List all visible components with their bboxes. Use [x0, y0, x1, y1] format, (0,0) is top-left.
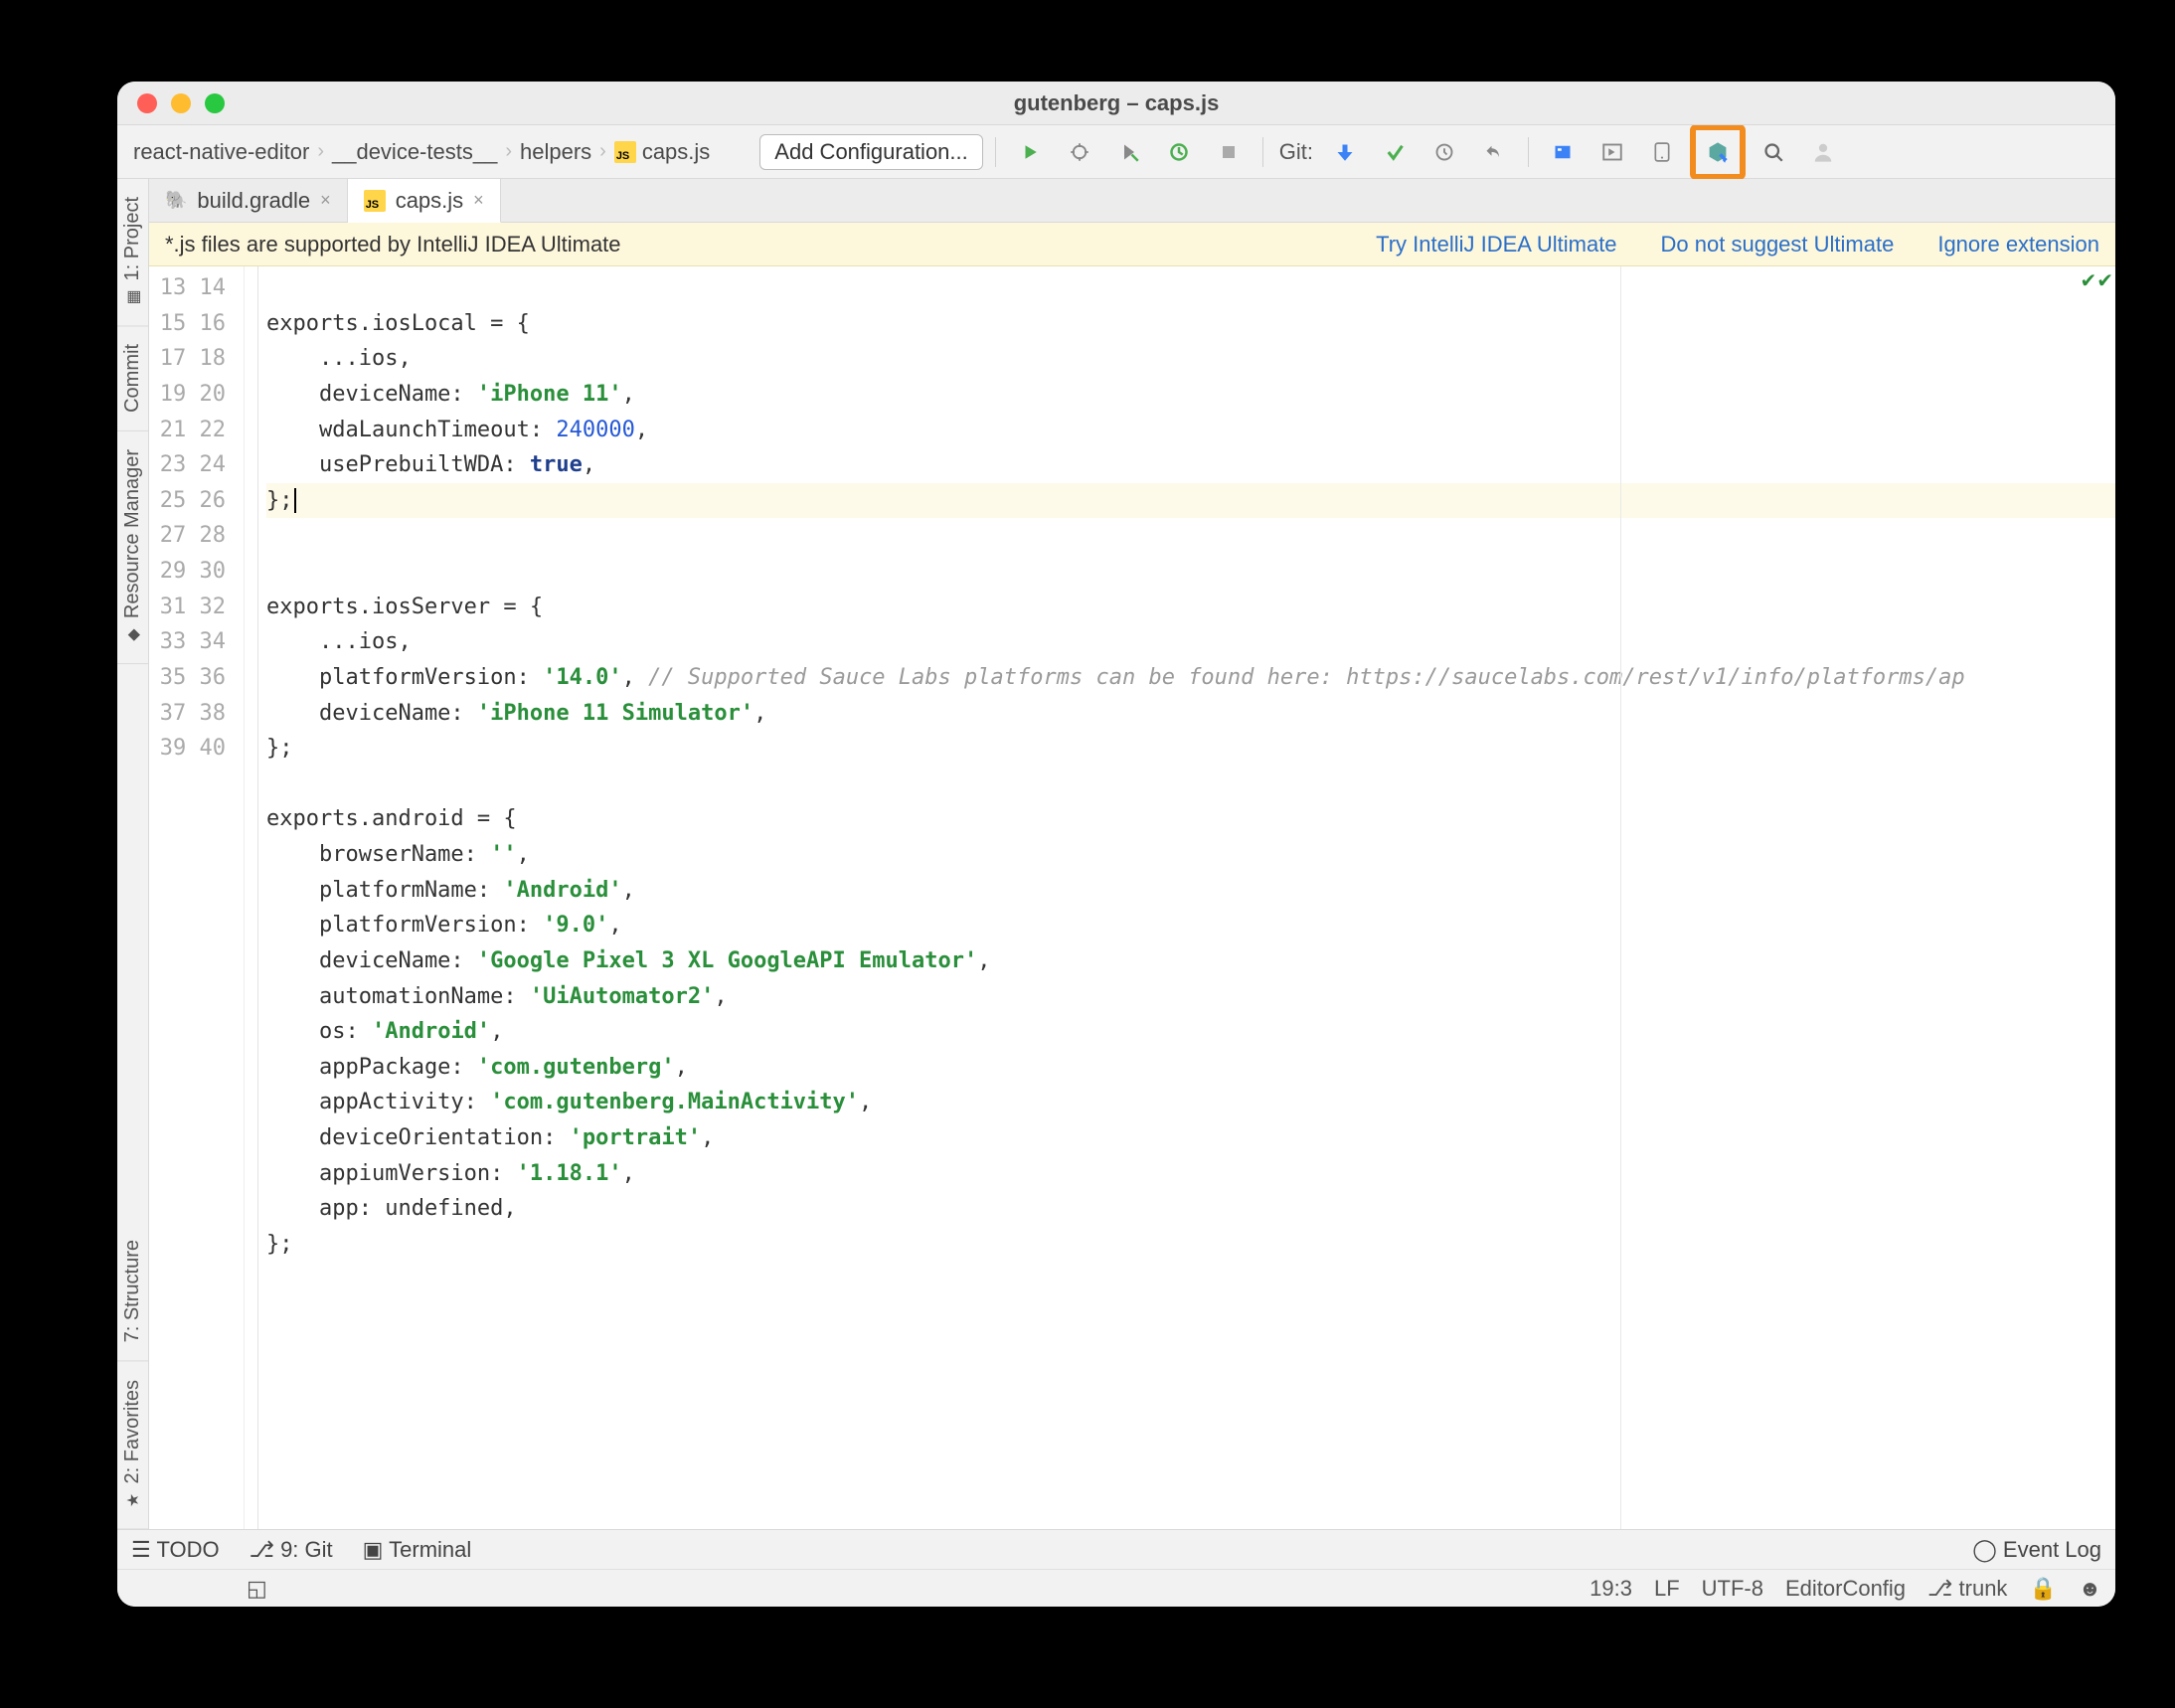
line-ending[interactable]: LF	[1654, 1576, 1680, 1602]
separator	[1528, 137, 1529, 167]
banner-link-try[interactable]: Try IntelliJ IDEA Ultimate	[1376, 232, 1616, 257]
sidebar-tab-structure[interactable]: 7: Structure	[117, 1222, 148, 1361]
git-branch[interactable]: ⎇ trunk	[1927, 1576, 2007, 1602]
suggestion-banner: *.js files are supported by IntelliJ IDE…	[149, 223, 2115, 266]
close-icon[interactable]: ×	[473, 190, 484, 211]
banner-link-ignore[interactable]: Ignore extension	[1937, 232, 2099, 257]
sidebar-tab-project[interactable]: ▦1: Project	[117, 179, 148, 326]
sidebar-tab-commit[interactable]: Commit	[117, 326, 148, 431]
banner-link-dismiss[interactable]: Do not suggest Ultimate	[1661, 232, 1895, 257]
tab-build-gradle[interactable]: 🐘 build.gradle ×	[149, 179, 348, 222]
chevron-right-icon: ›	[501, 140, 516, 163]
window-title: gutenberg – caps.js	[117, 90, 2115, 116]
run-anything-icon[interactable]	[1590, 132, 1634, 172]
chevron-right-icon: ›	[313, 140, 328, 163]
js-file-icon: JS	[614, 141, 636, 163]
bottom-tool-bar: ☰ TODO ⎇ 9: Git ▣ Terminal ◯ Event Log	[117, 1529, 2115, 1569]
avd-manager-icon[interactable]	[1706, 140, 1730, 164]
git-tool[interactable]: ⎇ 9: Git	[250, 1537, 333, 1563]
breadcrumb: react-native-editor › __device-tests__ ›…	[129, 139, 714, 165]
status-bar: ◱ 19:3 LF UTF-8 EditorConfig ⎇ trunk 🔒 ☻	[117, 1569, 2115, 1607]
editorconfig-status[interactable]: EditorConfig	[1785, 1576, 1906, 1602]
caret-position[interactable]: 19:3	[1589, 1576, 1632, 1602]
encoding[interactable]: UTF-8	[1702, 1576, 1763, 1602]
editor[interactable]: 13 14 15 16 17 18 19 20 21 22 23 24 25 2…	[149, 266, 2115, 1529]
separator	[995, 137, 996, 167]
build-icon[interactable]	[1541, 132, 1585, 172]
git-commit-icon[interactable]	[1373, 132, 1417, 172]
breadcrumb-file: caps.js	[642, 139, 710, 165]
git-label: Git:	[1275, 139, 1317, 165]
tool-windows-icon[interactable]: ◱	[247, 1576, 267, 1602]
left-tool-sidebar: ▦1: Project Commit ◆Resource Manager 7: …	[117, 179, 149, 1529]
main-toolbar: react-native-editor › __device-tests__ ›…	[117, 125, 2115, 179]
fold-column[interactable]	[245, 266, 258, 1529]
terminal-tool[interactable]: ▣ Terminal	[363, 1537, 472, 1563]
gradle-icon: 🐘	[165, 190, 187, 211]
tab-label: caps.js	[396, 188, 463, 214]
tab-caps-js[interactable]: JS caps.js ×	[348, 179, 501, 223]
separator	[1262, 137, 1263, 167]
line-gutter: 13 14 15 16 17 18 19 20 21 22 23 24 25 2…	[149, 266, 245, 1529]
device-icon[interactable]	[1640, 132, 1684, 172]
highlighted-action	[1690, 124, 1746, 180]
breadcrumb-seg[interactable]: helpers	[516, 139, 595, 165]
profile-icon[interactable]	[1157, 132, 1201, 172]
close-icon[interactable]: ×	[320, 190, 331, 211]
event-log-tool[interactable]: ◯ Event Log	[1972, 1537, 2101, 1563]
stop-icon[interactable]	[1207, 132, 1251, 172]
js-file-icon: JS	[364, 190, 386, 212]
search-icon[interactable]	[1752, 132, 1795, 172]
sidebar-tab-favorites[interactable]: ★2: Favorites	[117, 1362, 148, 1529]
tab-label: build.gradle	[197, 188, 310, 214]
history-icon[interactable]	[1422, 132, 1466, 172]
breadcrumb-seg[interactable]: __device-tests__	[328, 139, 501, 165]
banner-text: *.js files are supported by IntelliJ IDE…	[165, 232, 621, 257]
breadcrumb-seg[interactable]: react-native-editor	[129, 139, 313, 165]
editor-tabs: 🐘 build.gradle × JS caps.js ×	[149, 179, 2115, 223]
debug-icon[interactable]	[1058, 132, 1101, 172]
memory-indicator-icon[interactable]: ☻	[2079, 1576, 2101, 1602]
titlebar: gutenberg – caps.js	[117, 82, 2115, 125]
sidebar-tab-resource-manager[interactable]: ◆Resource Manager	[117, 431, 148, 664]
chevron-right-icon: ›	[595, 140, 610, 163]
breadcrumb-seg[interactable]: JS caps.js	[610, 139, 714, 165]
run-icon[interactable]	[1008, 132, 1052, 172]
inspection-ok-icon[interactable]: ✔✔	[2080, 268, 2113, 293]
user-icon[interactable]	[1801, 132, 1845, 172]
run-config-dropdown[interactable]: Add Configuration...	[759, 134, 982, 170]
right-margin-line	[1620, 266, 1621, 1529]
rollback-icon[interactable]	[1472, 132, 1516, 172]
git-update-icon[interactable]	[1323, 132, 1367, 172]
coverage-icon[interactable]	[1107, 132, 1151, 172]
todo-tool[interactable]: ☰ TODO	[131, 1537, 220, 1563]
lock-icon[interactable]: 🔒	[2029, 1576, 2056, 1602]
code-content[interactable]: exports.iosLocal = { ...ios, deviceName:…	[258, 266, 2115, 1529]
